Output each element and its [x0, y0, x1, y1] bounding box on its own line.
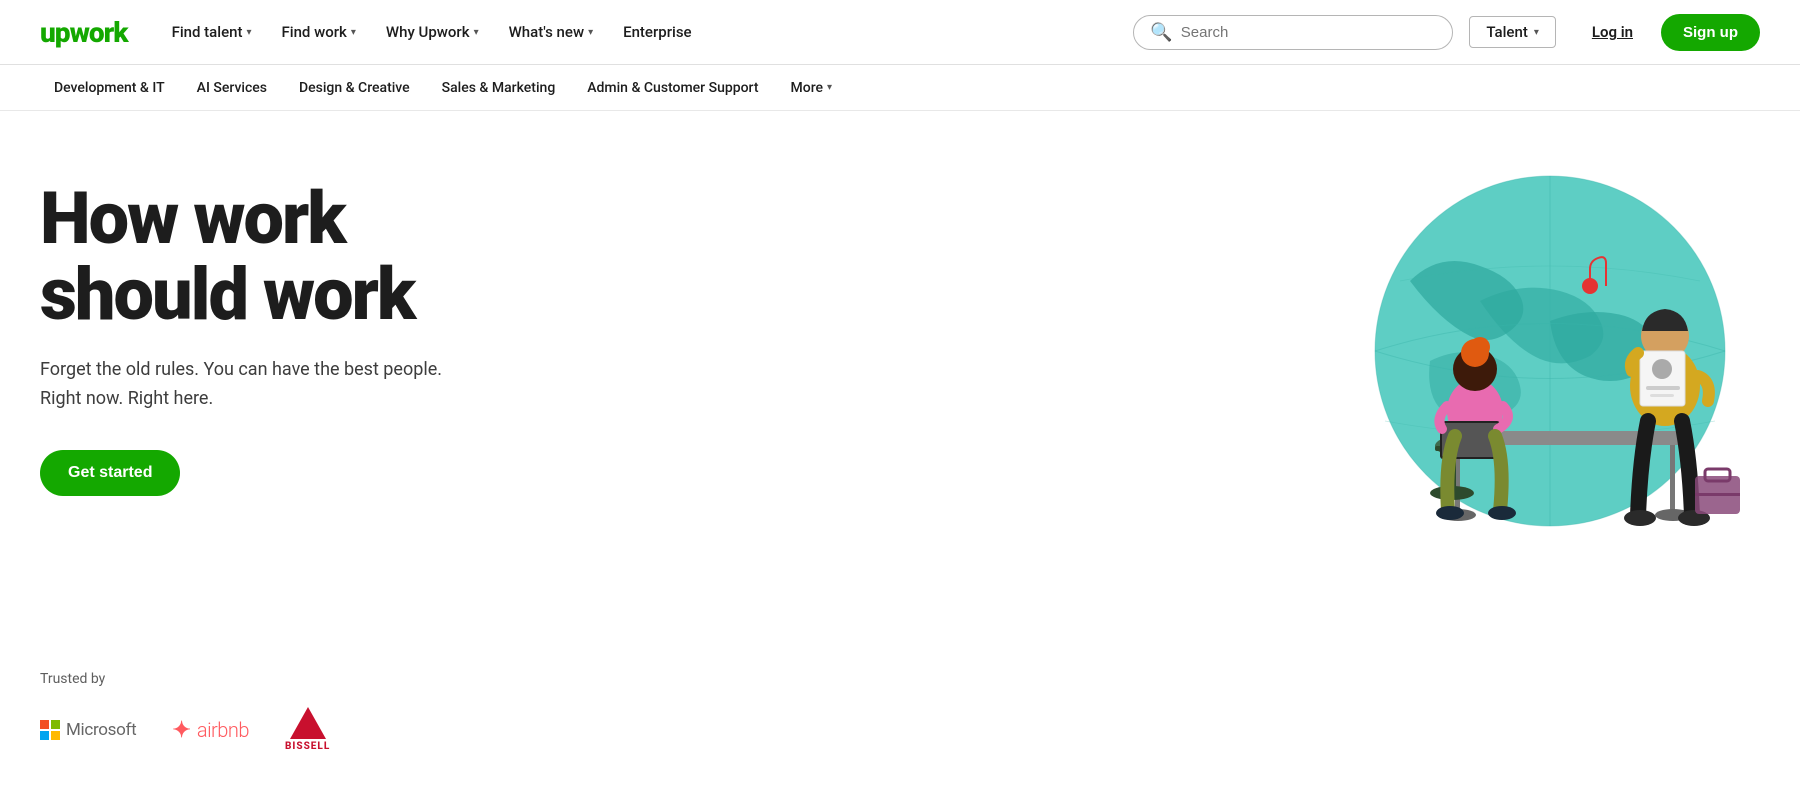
secondary-nav-design-creative[interactable]: Design & Creative — [285, 72, 424, 104]
get-started-button[interactable]: Get started — [40, 450, 180, 496]
ms-yellow-square — [51, 731, 60, 740]
airbnb-logo: ✦ airbnb — [172, 717, 249, 743]
hero-subtitle: Forget the old rules. You can have the b… — [40, 356, 442, 414]
secondary-nav-sales-marketing[interactable]: Sales & Marketing — [428, 72, 570, 104]
nav-find-work[interactable]: Find work ▾ — [270, 17, 368, 47]
search-icon: 🔍 — [1150, 22, 1172, 43]
search-input[interactable] — [1181, 24, 1437, 41]
bissell-text: BISSELL — [285, 741, 330, 752]
nav-enterprise-label: Enterprise — [623, 23, 691, 41]
secondary-nav-more[interactable]: More ▾ — [777, 72, 847, 104]
airbnb-icon: ✦ — [172, 717, 190, 743]
nav-why-upwork[interactable]: Why Upwork ▾ — [374, 17, 491, 47]
login-button[interactable]: Log in — [1572, 15, 1653, 49]
header: upwork Find talent ▾ Find work ▾ Why Upw… — [0, 0, 1800, 65]
hero-title: How work should work — [40, 181, 442, 332]
talent-filter-label: Talent — [1486, 23, 1527, 41]
hero-subtitle-line2: Right now. Right here. — [40, 388, 213, 409]
airbnb-text: airbnb — [197, 718, 249, 742]
nav-find-talent-label: Find talent — [172, 23, 243, 41]
logo-text: upwork — [40, 16, 128, 49]
hero-subtitle-line1: Forget the old rules. You can have the b… — [40, 359, 442, 380]
more-label: More — [791, 80, 824, 96]
hero-illustration — [1280, 111, 1800, 611]
hero-title-line1: How work — [40, 176, 345, 261]
signup-button[interactable]: Sign up — [1661, 14, 1760, 51]
hero-title-line2: should work — [40, 252, 414, 337]
nav-enterprise[interactable]: Enterprise — [611, 17, 703, 47]
trusted-logos: Microsoft ✦ airbnb BISSELL — [40, 707, 1760, 752]
microsoft-grid-icon — [40, 720, 60, 740]
chevron-down-icon: ▾ — [474, 27, 479, 38]
chevron-down-icon: ▾ — [1534, 27, 1539, 38]
talent-filter-select[interactable]: Talent ▾ — [1469, 16, 1556, 48]
nav-find-talent[interactable]: Find talent ▾ — [160, 17, 264, 47]
trusted-label: Trusted by — [40, 671, 1760, 687]
search-bar[interactable]: 🔍 — [1133, 15, 1453, 50]
secondary-nav: Development & IT AI Services Design & Cr… — [0, 65, 1800, 111]
nav-whats-new-label: What's new — [509, 23, 584, 41]
ms-green-square — [51, 720, 60, 729]
ms-red-square — [40, 720, 49, 729]
main-nav: Find talent ▾ Find work ▾ Why Upwork ▾ W… — [160, 17, 1134, 47]
chevron-down-icon: ▾ — [588, 27, 593, 38]
bissell-icon: BISSELL — [285, 707, 330, 752]
chevron-down-icon: ▾ — [351, 27, 356, 38]
hero-content: How work should work Forget the old rule… — [40, 171, 442, 496]
nav-why-upwork-label: Why Upwork — [386, 23, 470, 41]
chevron-down-icon: ▾ — [246, 27, 251, 38]
hero-section: How work should work Forget the old rule… — [0, 111, 1800, 651]
trusted-section: Trusted by Microsoft ✦ airbnb BISSELL — [0, 651, 1800, 792]
microsoft-logo: Microsoft — [40, 720, 136, 740]
microsoft-text: Microsoft — [66, 720, 136, 740]
bissell-triangle-icon — [290, 707, 326, 739]
chevron-down-icon: ▾ — [827, 82, 832, 93]
bissell-logo: BISSELL — [285, 707, 330, 752]
nav-find-work-label: Find work — [282, 23, 347, 41]
secondary-nav-ai-services[interactable]: AI Services — [183, 72, 281, 104]
logo[interactable]: upwork — [40, 16, 128, 49]
secondary-nav-admin-support[interactable]: Admin & Customer Support — [573, 72, 772, 104]
nav-whats-new[interactable]: What's new ▾ — [497, 17, 606, 47]
ms-blue-square — [40, 731, 49, 740]
secondary-nav-dev-it[interactable]: Development & IT — [40, 72, 179, 104]
